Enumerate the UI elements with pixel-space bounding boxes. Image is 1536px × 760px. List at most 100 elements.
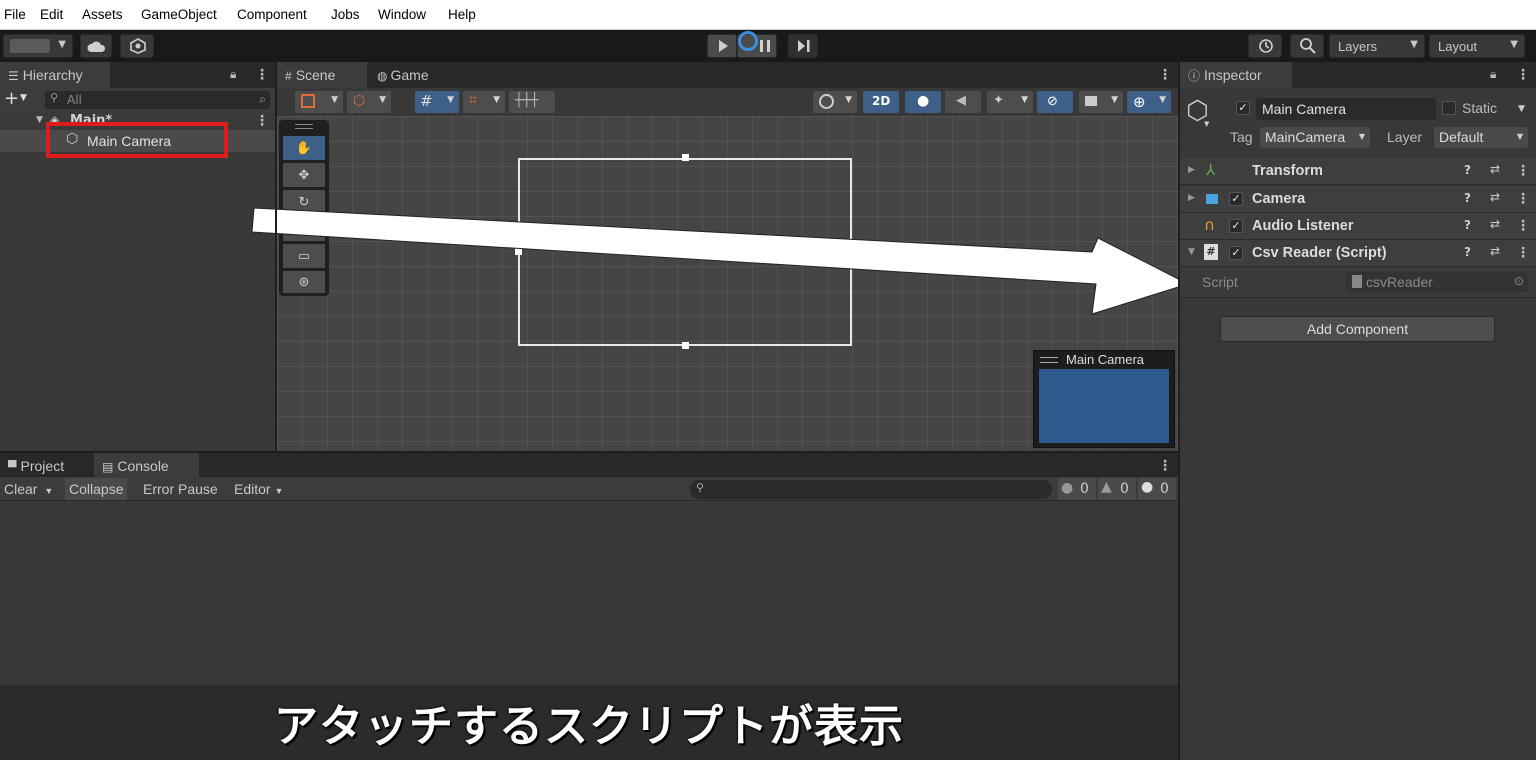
layers-dropdown[interactable]: Layers ▼ — [1329, 34, 1425, 58]
component-audio-listener[interactable]: ∩ ✓ Audio Listener ? ⇄ ⋮ — [1180, 213, 1536, 240]
snap-increment-dropdown[interactable]: ⌗ ▼ — [463, 91, 505, 113]
editor-dropdown[interactable]: Editor ▼ — [230, 478, 287, 500]
bounds-handle-top[interactable] — [682, 154, 689, 161]
component-transform[interactable]: ▶ ⅄ Transform ? ⇄ ⋮ — [1180, 158, 1536, 185]
more-options-icon[interactable]: ⋮ — [1158, 68, 1172, 82]
menu-help[interactable]: Help — [448, 7, 476, 22]
static-checkbox[interactable] — [1442, 101, 1456, 115]
hand-tool-icon[interactable]: ✋ — [283, 136, 325, 160]
tag-dropdown[interactable]: MainCamera ▼ — [1260, 127, 1370, 148]
effects-dropdown[interactable]: ✦ ▼ — [987, 91, 1033, 113]
menu-gameobject[interactable]: GameObject — [141, 7, 217, 22]
tab-project[interactable]: ▀ Project — [0, 453, 92, 479]
drag-handle-icon[interactable] — [295, 124, 313, 129]
tab-game[interactable]: ◍ Game — [369, 62, 449, 88]
menu-file[interactable]: File — [4, 7, 26, 22]
console-log-area[interactable] — [0, 501, 1178, 685]
cloud-button[interactable] — [80, 34, 112, 58]
add-icon[interactable]: + — [4, 88, 19, 109]
object-picker-icon[interactable]: ⊙ — [1514, 274, 1524, 288]
active-checkbox[interactable]: ✓ — [1236, 101, 1250, 115]
bounds-handle-bottom[interactable] — [682, 342, 689, 349]
hierarchy-search-input[interactable]: ⚲ All ⌕ — [45, 91, 270, 109]
history-button[interactable] — [1248, 34, 1282, 58]
error-count-toggle[interactable]: ● 0 — [1138, 478, 1176, 500]
add-component-button[interactable]: Add Component — [1220, 316, 1495, 342]
play-button[interactable] — [707, 34, 737, 58]
search-filter-icon[interactable]: ⌕ — [259, 92, 266, 107]
layer-dropdown[interactable]: Default ▼ — [1434, 127, 1528, 148]
scene-camera-dropdown[interactable]: ▼ — [1079, 91, 1123, 113]
collab-button[interactable] — [120, 34, 154, 58]
pause-button[interactable] — [737, 31, 777, 58]
menu-edit[interactable]: Edit — [40, 7, 63, 22]
preset-icon[interactable]: ⇄ — [1490, 244, 1500, 258]
lock-icon[interactable]: 🔒︎ — [1490, 67, 1496, 82]
script-object-field[interactable]: csvReader ⊙ — [1346, 272, 1528, 292]
step-button[interactable] — [788, 34, 818, 58]
more-options-icon[interactable]: ⋮ — [1158, 459, 1172, 473]
menu-jobs[interactable]: Jobs — [331, 7, 360, 22]
help-icon[interactable]: ? — [1464, 191, 1471, 205]
panel-divider[interactable] — [275, 62, 277, 452]
panel-divider[interactable] — [1178, 62, 1180, 760]
shading-dropdown[interactable]: ▼ — [813, 91, 857, 113]
object-name-field[interactable]: Main Camera — [1256, 98, 1436, 120]
menu-component[interactable]: Component — [237, 7, 307, 22]
layout-dropdown[interactable]: Layout ▼ — [1429, 34, 1525, 58]
foldout-arrow-icon[interactable]: ▶ — [1188, 165, 1195, 175]
clear-button[interactable]: Clear ▼ — [0, 478, 57, 500]
info-count-toggle[interactable]: ● 0 — [1058, 478, 1096, 500]
chevron-down-icon[interactable]: ▼ — [1518, 104, 1525, 114]
component-enabled-checkbox[interactable]: ✓ — [1229, 219, 1243, 233]
tab-console[interactable]: ▤ Console — [94, 453, 199, 479]
preset-icon[interactable]: ⇄ — [1490, 217, 1500, 231]
lock-icon[interactable]: 🔒︎ — [230, 67, 236, 82]
tab-hierarchy[interactable]: ☰ Hierarchy — [0, 62, 110, 88]
move-tool-icon[interactable]: ✥ — [283, 163, 325, 187]
increment-snap-button[interactable]: ┼┼┼ — [509, 91, 555, 113]
gizmos-dropdown[interactable]: ⊕ ▼ — [1127, 91, 1171, 113]
transform-icon: ⅄ — [1206, 161, 1216, 179]
help-icon[interactable]: ? — [1464, 245, 1471, 259]
panel-divider[interactable] — [0, 451, 1178, 453]
more-options-icon[interactable]: ⋮ — [1516, 192, 1530, 206]
error-pause-button[interactable]: Error Pause — [139, 478, 222, 500]
warning-count-toggle[interactable]: ▲ 0 — [1098, 478, 1136, 500]
foldout-arrow-icon[interactable]: ▶ — [1188, 193, 1195, 203]
tab-scene[interactable]: # Scene — [277, 62, 367, 88]
render-mode-dropdown[interactable]: ⬡ ▼ — [347, 91, 391, 113]
history-icon — [1259, 39, 1273, 53]
preset-icon[interactable]: ⇄ — [1490, 162, 1500, 176]
search-button[interactable] — [1290, 34, 1324, 58]
more-options-icon[interactable]: ⋮ — [1516, 68, 1530, 82]
expand-arrow-icon[interactable]: ▼ — [36, 115, 43, 125]
tab-inspector[interactable]: ⓘ Inspector — [1180, 62, 1292, 88]
visibility-toggle[interactable]: ⊘ — [1037, 91, 1073, 113]
account-button[interactable]: ▼ — [3, 34, 73, 58]
foldout-arrow-icon[interactable]: ▼ — [1188, 247, 1195, 257]
lighting-toggle[interactable]: ● — [905, 91, 941, 113]
drag-handle-icon[interactable] — [1040, 357, 1058, 363]
draw-mode-dropdown[interactable]: ▼ — [295, 91, 343, 113]
collapse-button[interactable]: Collapse — [65, 478, 128, 500]
more-options-icon[interactable]: ⋮ — [255, 114, 269, 128]
more-options-icon[interactable]: ⋮ — [1516, 219, 1530, 233]
grid-snap-dropdown[interactable]: # ▼ — [415, 91, 459, 113]
menu-assets[interactable]: Assets — [82, 7, 123, 22]
more-options-icon[interactable]: ⋮ — [1516, 164, 1530, 178]
component-enabled-checkbox[interactable]: ✓ — [1229, 192, 1243, 206]
2d-toggle[interactable]: 2D — [863, 91, 899, 113]
more-options-icon[interactable]: ⋮ — [255, 68, 269, 82]
help-icon[interactable]: ? — [1464, 163, 1471, 177]
component-csv-reader[interactable]: ▼ # ✓ Csv Reader (Script) ? ⇄ ⋮ — [1180, 240, 1536, 267]
more-options-icon[interactable]: ⋮ — [1516, 246, 1530, 260]
audio-toggle[interactable]: ◀ — [945, 91, 981, 113]
component-enabled-checkbox[interactable]: ✓ — [1229, 246, 1243, 260]
menu-window[interactable]: Window — [378, 7, 426, 22]
console-search-input[interactable]: ⚲ — [690, 480, 1052, 499]
help-icon[interactable]: ? — [1464, 218, 1471, 232]
preset-icon[interactable]: ⇄ — [1490, 190, 1500, 204]
component-camera[interactable]: ▶ ✓ Camera ? ⇄ ⋮ — [1180, 186, 1536, 213]
chevron-down-icon[interactable]: ▼ — [20, 93, 27, 103]
